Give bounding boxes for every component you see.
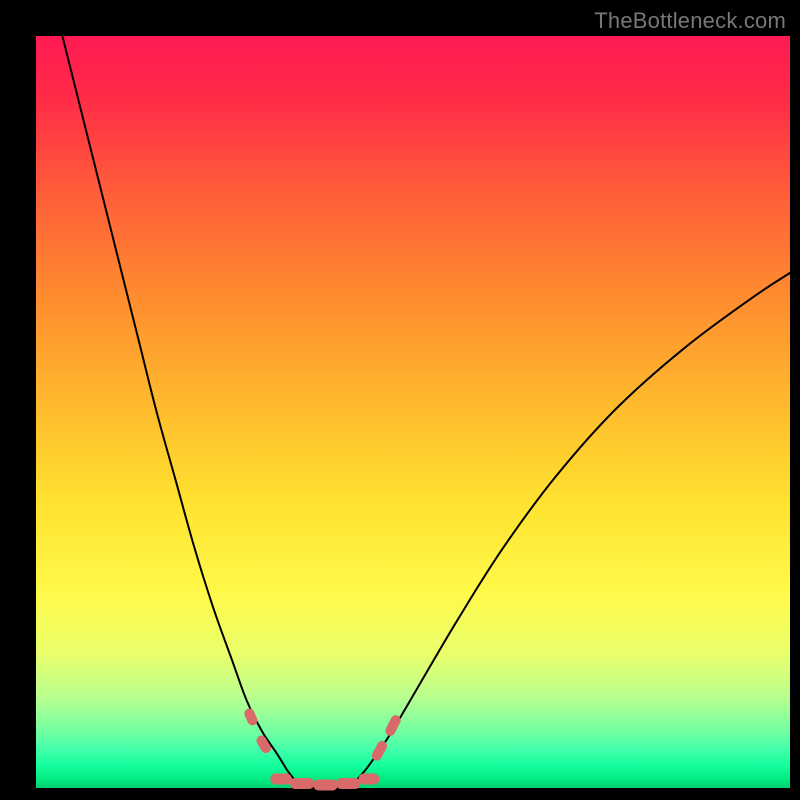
chart-frame: TheBottleneck.com (0, 0, 800, 800)
chart-curves (0, 0, 800, 800)
curve-left-branch (62, 36, 298, 784)
pink-dot (391, 715, 401, 725)
curve-right-branch (353, 273, 790, 784)
pink-dash (261, 741, 266, 749)
pink-dot (244, 709, 254, 719)
pink-dash (377, 746, 382, 756)
